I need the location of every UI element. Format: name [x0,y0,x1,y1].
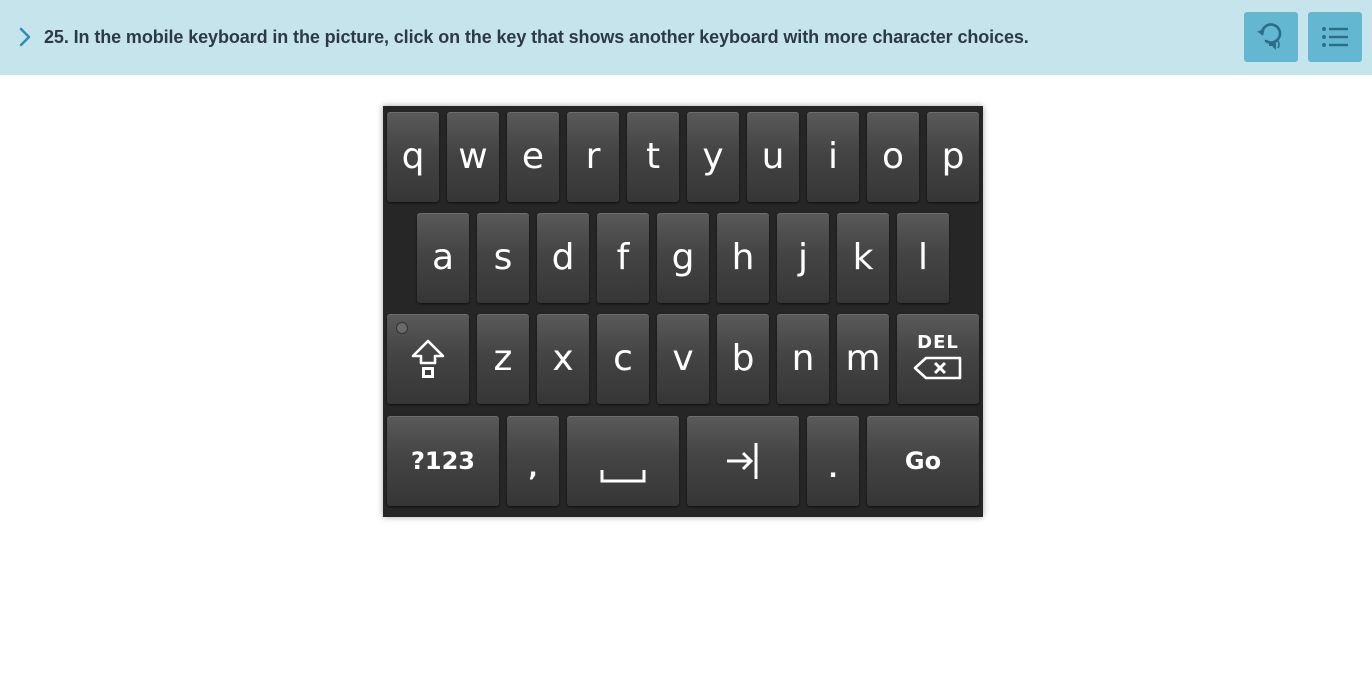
key-q[interactable]: q [387,112,439,202]
key-v[interactable]: v [657,314,709,404]
key-w[interactable]: w [447,112,499,202]
key-h[interactable]: h [717,213,769,303]
chevron-right-icon[interactable] [17,25,33,49]
key-l[interactable]: l [897,213,949,303]
key-k[interactable]: k [837,213,889,303]
replay-audio-button[interactable] [1244,12,1298,62]
key-o[interactable]: o [867,112,919,202]
replay-audio-icon [1257,23,1282,50]
menu-button[interactable] [1308,12,1362,62]
mobile-keyboard-image: q w e r t y u i o p a s d f g h j k l z … [383,106,983,517]
key-x[interactable]: x [537,314,589,404]
backspace-icon [913,356,962,379]
delete-key[interactable]: DEL [897,314,979,404]
key-n[interactable]: n [777,314,829,404]
key-s[interactable]: s [477,213,529,303]
key-u[interactable]: u [747,112,799,202]
symbols-key-123[interactable]: ?123 [387,416,499,506]
key-z[interactable]: z [477,314,529,404]
question-header: 25. In the mobile keyboard in the pictur… [0,0,1372,75]
key-i[interactable]: i [807,112,859,202]
del-label: DEL [917,331,959,353]
shift-key[interactable] [387,314,469,404]
key-e[interactable]: e [507,112,559,202]
key-m[interactable]: m [837,314,889,404]
comma-key[interactable]: , [507,416,559,506]
go-key[interactable]: Go [867,416,979,506]
key-j[interactable]: j [777,213,829,303]
key-g[interactable]: g [657,213,709,303]
key-d[interactable]: d [537,213,589,303]
key-p[interactable]: p [927,112,979,202]
key-f[interactable]: f [597,213,649,303]
shift-arrow-icon [411,339,445,378]
key-t[interactable]: t [627,112,679,202]
key-c[interactable]: c [597,314,649,404]
space-bar-icon [600,470,646,483]
key-y[interactable]: y [687,112,739,202]
shift-indicator-light [396,322,408,334]
tab-key[interactable] [687,416,799,506]
list-menu-icon [1322,27,1348,47]
tab-arrow-icon [727,443,758,479]
key-r[interactable]: r [567,112,619,202]
key-b[interactable]: b [717,314,769,404]
space-key[interactable] [567,416,679,506]
key-a[interactable]: a [417,213,469,303]
question-text: 25. In the mobile keyboard in the pictur… [44,27,1029,47]
period-key[interactable]: . [807,416,859,506]
